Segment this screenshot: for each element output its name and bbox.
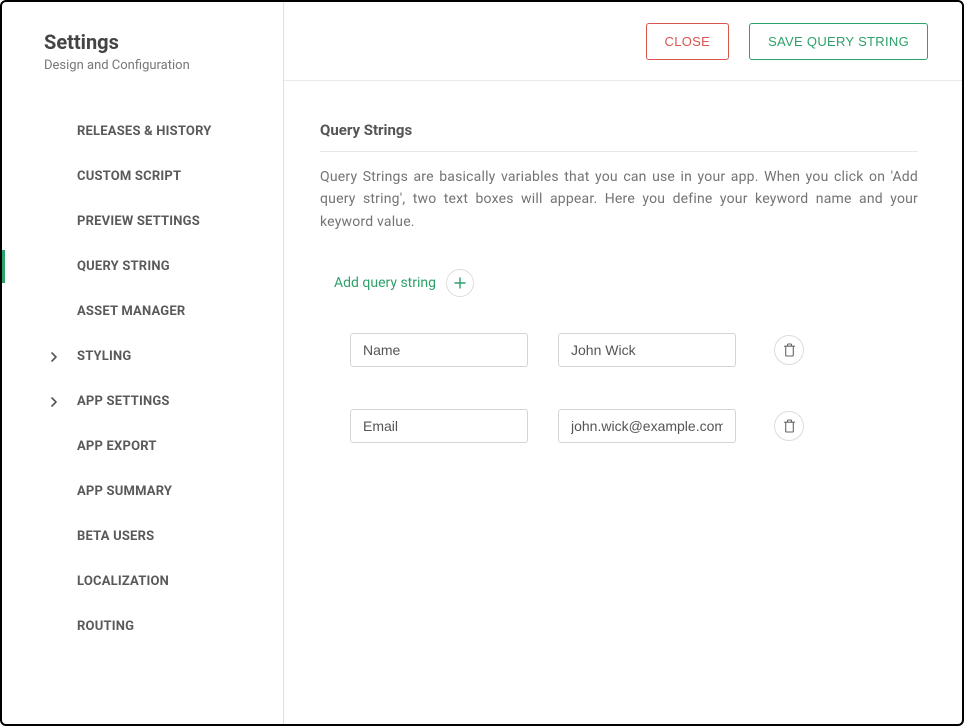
- query-string-value-input[interactable]: [558, 333, 736, 367]
- trash-icon: [783, 343, 796, 357]
- trash-icon: [783, 419, 796, 433]
- add-query-string-row: Add query string: [334, 269, 918, 297]
- sidebar-item-asset-manager[interactable]: ASSET MANAGER: [2, 289, 283, 334]
- sidebar-item-label: PREVIEW SETTINGS: [77, 214, 200, 229]
- sidebar-subtitle: Design and Configuration: [44, 58, 283, 73]
- plus-icon: [454, 277, 466, 289]
- sidebar-item-label: QUERY STRING: [77, 259, 170, 274]
- section-title: Query Strings: [320, 121, 918, 152]
- content: Query Strings Query Strings are basicall…: [284, 81, 962, 485]
- sidebar-item-query-string[interactable]: QUERY STRING: [2, 244, 283, 289]
- sidebar-item-label: APP SETTINGS: [77, 394, 170, 409]
- sidebar-item-styling[interactable]: STYLING: [2, 334, 283, 379]
- sidebar-item-label: BETA USERS: [77, 529, 154, 544]
- sidebar-item-label: ROUTING: [77, 619, 134, 634]
- sidebar-item-app-settings[interactable]: APP SETTINGS: [2, 379, 283, 424]
- delete-query-string-button[interactable]: [774, 411, 804, 441]
- query-string-row: [350, 333, 918, 367]
- sidebar-item-label: CUSTOM SCRIPT: [77, 169, 181, 184]
- delete-query-string-button[interactable]: [774, 335, 804, 365]
- sidebar-item-label: APP EXPORT: [77, 439, 157, 454]
- add-query-string-button[interactable]: [446, 269, 474, 297]
- sidebar-item-label: RELEASES & HISTORY: [77, 124, 212, 139]
- add-query-string-label[interactable]: Add query string: [334, 275, 436, 291]
- query-string-key-input[interactable]: [350, 409, 528, 443]
- section-description: Query Strings are basically variables th…: [320, 166, 918, 233]
- save-query-string-button[interactable]: SAVE QUERY STRING: [749, 23, 928, 60]
- settings-window: Settings Design and Configuration RELEAS…: [0, 0, 964, 726]
- sidebar-item-beta-users[interactable]: BETA USERS: [2, 514, 283, 559]
- chevron-right-icon: [46, 349, 62, 365]
- sidebar-item-localization[interactable]: LOCALIZATION: [2, 559, 283, 604]
- chevron-right-icon: [46, 394, 62, 410]
- sidebar-item-app-summary[interactable]: APP SUMMARY: [2, 469, 283, 514]
- query-string-rows: [320, 333, 918, 443]
- sidebar-item-releases-history[interactable]: RELEASES & HISTORY: [2, 109, 283, 154]
- query-string-key-input[interactable]: [350, 333, 528, 367]
- sidebar-item-app-export[interactable]: APP EXPORT: [2, 424, 283, 469]
- sidebar: Settings Design and Configuration RELEAS…: [2, 2, 284, 724]
- sidebar-item-label: LOCALIZATION: [77, 574, 169, 589]
- topbar: CLOSE SAVE QUERY STRING: [284, 2, 962, 81]
- sidebar-nav: RELEASES & HISTORY CUSTOM SCRIPT PREVIEW S…: [2, 95, 283, 649]
- sidebar-title: Settings: [44, 30, 283, 54]
- sidebar-item-routing[interactable]: ROUTING: [2, 604, 283, 649]
- sidebar-item-label: ASSET MANAGER: [77, 304, 185, 319]
- query-string-value-input[interactable]: [558, 409, 736, 443]
- sidebar-item-label: APP SUMMARY: [77, 484, 172, 499]
- sidebar-item-label: STYLING: [77, 349, 131, 364]
- main-panel: CLOSE SAVE QUERY STRING Query Strings Qu…: [284, 2, 962, 724]
- sidebar-header: Settings Design and Configuration: [2, 30, 283, 95]
- sidebar-item-custom-script[interactable]: CUSTOM SCRIPT: [2, 154, 283, 199]
- query-string-row: [350, 409, 918, 443]
- close-button[interactable]: CLOSE: [646, 23, 730, 60]
- sidebar-item-preview-settings[interactable]: PREVIEW SETTINGS: [2, 199, 283, 244]
